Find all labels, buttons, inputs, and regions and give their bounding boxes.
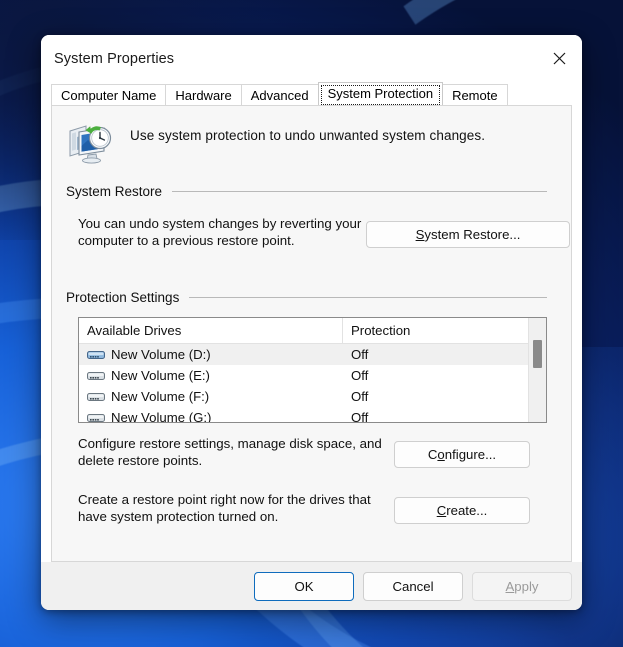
create-description: Create a restore point right now for the… <box>78 492 371 524</box>
dialog-body: Computer Name Hardware Advanced System P… <box>41 82 582 562</box>
system-restore-row: You can undo system changes by reverting… <box>52 215 571 249</box>
ok-button[interactable]: OK <box>254 571 354 601</box>
close-icon <box>553 52 565 65</box>
drives-listview-body[interactable]: Available Drives Protection New Volume (… <box>79 318 528 422</box>
tab-advanced[interactable]: Advanced <box>240 84 319 106</box>
group-protection-settings-header: Protection Settings <box>52 290 571 305</box>
system-restore-button[interactable]: System Restore... <box>366 221 570 248</box>
drive-name: New Volume (F:) <box>111 389 210 404</box>
tab-hardware[interactable]: Hardware <box>165 84 242 106</box>
button-accelerator: S <box>415 227 425 242</box>
button-accelerator: A <box>505 578 515 594</box>
dialog-footer: OK Cancel Apply <box>41 562 582 610</box>
column-header-available-drives[interactable]: Available Drives <box>79 318 343 343</box>
tab-system-protection[interactable]: System Protection <box>317 82 444 105</box>
tab-label: Remote <box>452 88 498 103</box>
tab-label: Hardware <box>175 88 232 103</box>
table-row[interactable]: New Volume (G:) Off <box>79 407 528 422</box>
page-caption: Use system protection to undo unwanted s… <box>130 128 486 143</box>
create-row: Create a restore point right now for the… <box>52 491 571 525</box>
close-button[interactable] <box>536 35 582 82</box>
tab-computer-name[interactable]: Computer Name <box>51 84 167 106</box>
tab-remote[interactable]: Remote <box>442 84 508 106</box>
cell-drive: New Volume (G:) <box>79 410 343 422</box>
cell-protection: Off <box>351 389 369 404</box>
listview-scrollbar[interactable] <box>528 318 546 422</box>
hard-drive-icon <box>87 412 105 423</box>
button-accelerator: C <box>436 503 447 518</box>
cell-protection: Off <box>351 410 369 422</box>
group-legend: System Restore <box>66 184 163 199</box>
hard-drive-icon <box>87 370 105 382</box>
hard-drive-icon <box>87 349 105 361</box>
create-button[interactable]: Create... <box>394 497 530 524</box>
cell-drive: New Volume (F:) <box>79 389 343 404</box>
cell-protection: Off <box>351 368 369 383</box>
drives-listview[interactable]: Available Drives Protection New Volume (… <box>78 317 547 423</box>
drive-name: New Volume (G:) <box>111 410 212 422</box>
configure-description: Configure restore settings, manage disk … <box>78 436 382 468</box>
system-restore-icon <box>66 118 114 166</box>
tab-label: Computer Name <box>61 88 157 103</box>
system-properties-dialog: System Properties Computer Name Hardware… <box>41 35 582 610</box>
button-label-post: nfigure... <box>444 447 497 462</box>
group-divider <box>189 297 547 298</box>
group-divider <box>172 191 547 192</box>
cell-drive: New Volume (E:) <box>79 368 343 383</box>
table-row[interactable]: New Volume (E:) Off <box>79 365 528 386</box>
column-header-protection[interactable]: Protection <box>343 318 528 343</box>
title-bar[interactable]: System Properties <box>41 35 582 82</box>
configure-button[interactable]: Co nfigure... <box>394 441 530 468</box>
table-row[interactable]: New Volume (D:) Off <box>79 344 528 365</box>
button-label-pre: C <box>427 447 438 462</box>
group-system-restore-header: System Restore <box>52 184 571 199</box>
button-label-post: ystem Restore... <box>424 227 521 242</box>
hard-drive-icon <box>87 391 105 403</box>
configure-row: Configure restore settings, manage disk … <box>52 435 571 469</box>
scrollbar-thumb[interactable] <box>533 340 542 368</box>
drive-name: New Volume (E:) <box>111 368 210 383</box>
table-row[interactable]: New Volume (F:) Off <box>79 386 528 407</box>
group-legend: Protection Settings <box>66 290 180 305</box>
button-label-post: reate... <box>446 503 488 518</box>
button-label-post: pply <box>514 578 539 594</box>
cell-protection: Off <box>351 347 369 362</box>
cancel-button[interactable]: Cancel <box>363 571 463 601</box>
tab-page-system-protection: Use system protection to undo unwanted s… <box>51 105 572 562</box>
tab-label: Advanced <box>250 88 309 103</box>
system-restore-description: You can undo system changes by reverting… <box>78 216 362 248</box>
focus-rect <box>320 85 441 105</box>
button-accelerator: o <box>437 447 445 462</box>
apply-button[interactable]: Apply <box>472 571 572 601</box>
cell-drive: New Volume (D:) <box>79 347 343 362</box>
window-title: System Properties <box>54 50 175 67</box>
listview-header-row: Available Drives Protection <box>79 318 528 344</box>
drive-name: New Volume (D:) <box>111 347 211 362</box>
page-header: Use system protection to undo unwanted s… <box>52 106 571 166</box>
tab-strip: Computer Name Hardware Advanced System P… <box>41 82 582 106</box>
